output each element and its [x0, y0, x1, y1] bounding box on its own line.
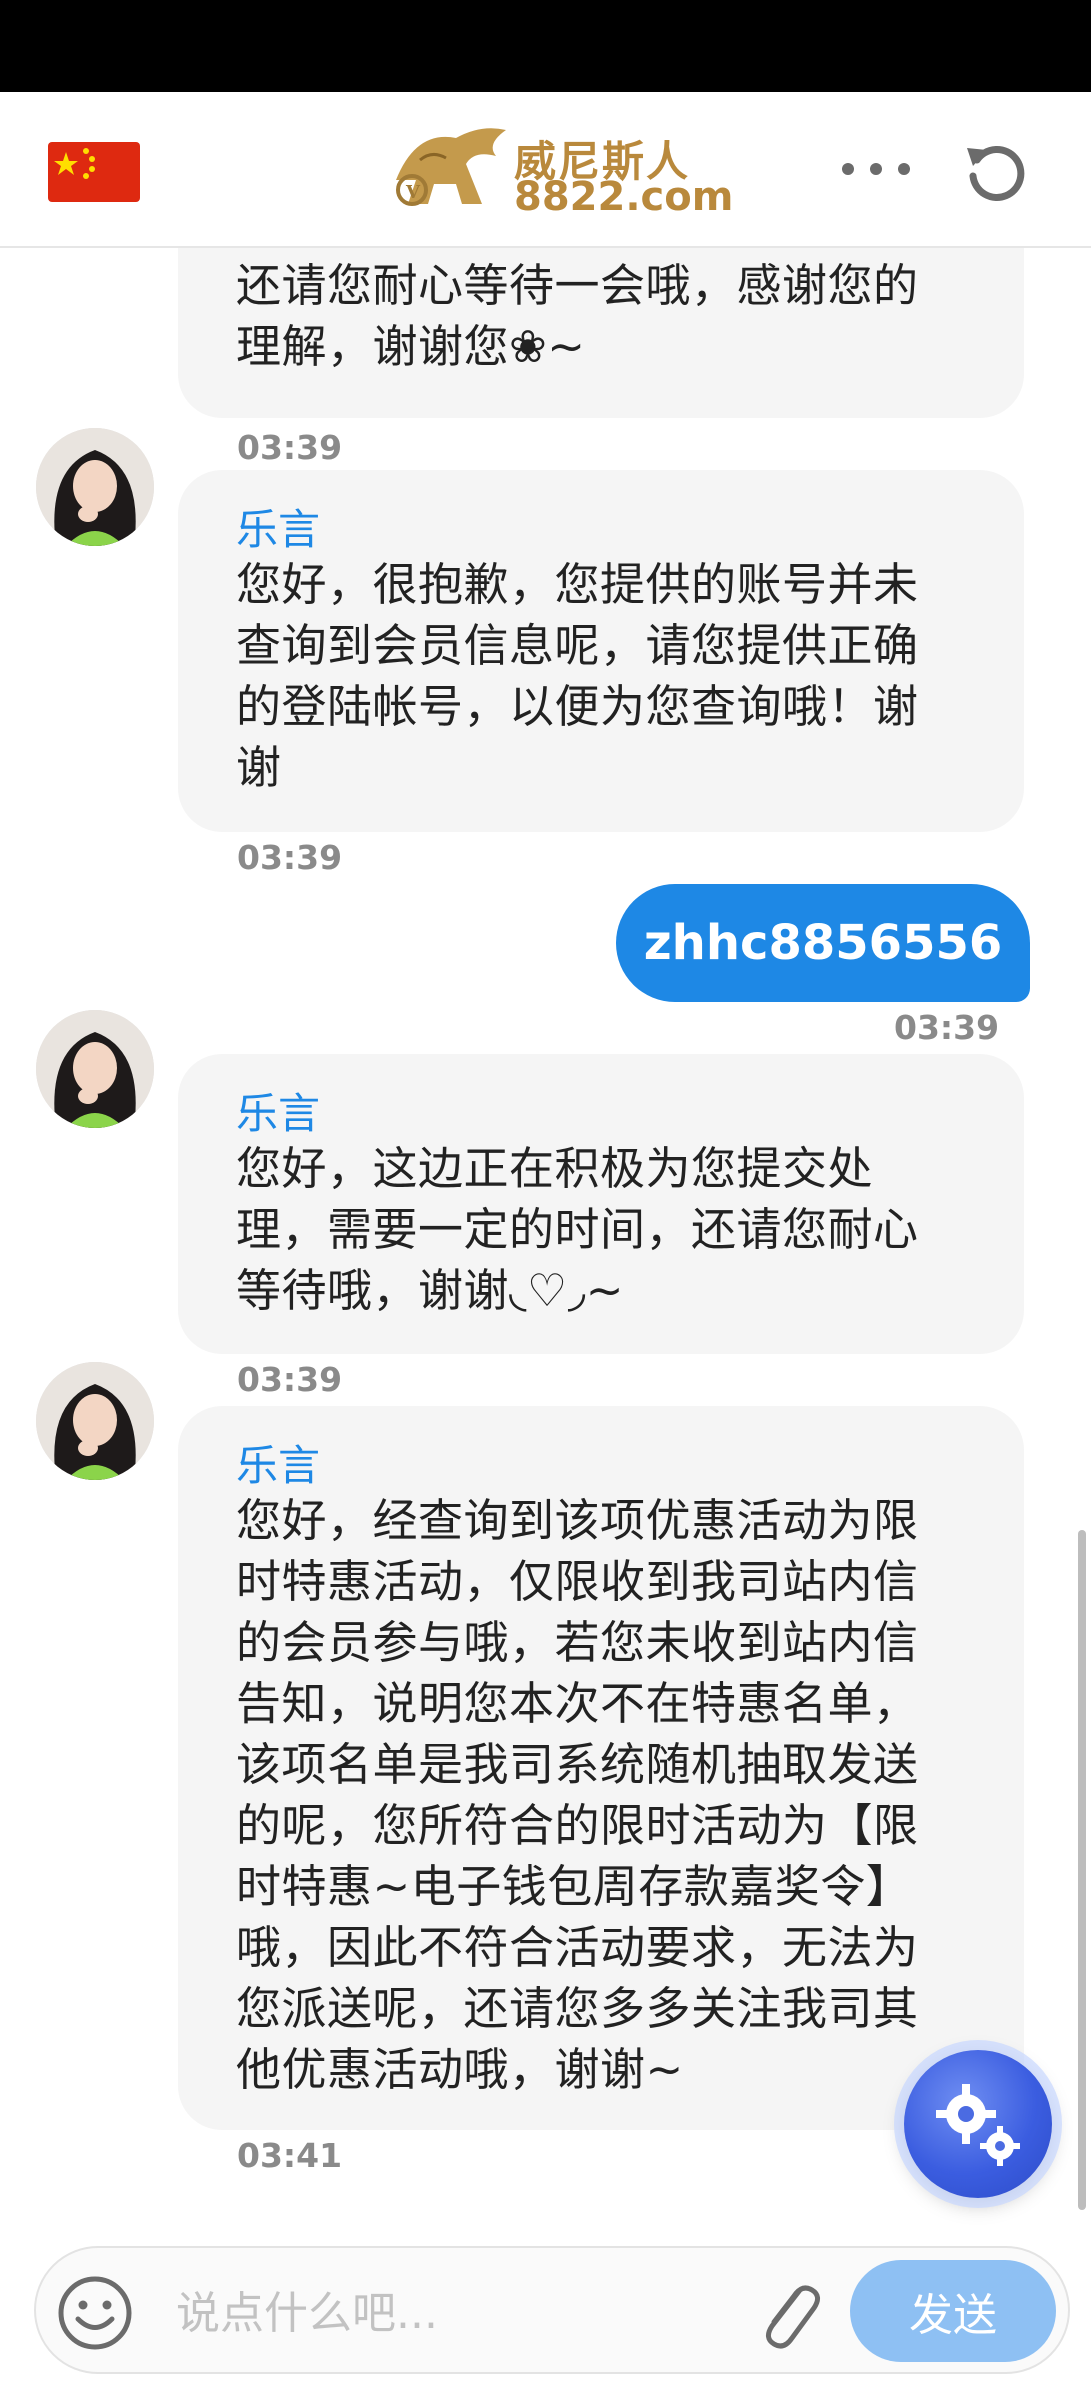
chat-message-list[interactable]: 尼刚，正则为您提交处理， 还请您耐心等待一会哦，感谢您的 理解，谢谢您❀~ 03… — [0, 248, 1091, 2228]
chat-header: V 威尼斯人 8822.com — [0, 92, 1091, 248]
message-line: 理解，谢谢您❀~ — [236, 320, 586, 373]
agent-avatar — [36, 1362, 154, 1480]
message-line: 谢 — [236, 741, 282, 794]
message-line: 查询到会员信息呢，请您提供正确 — [236, 619, 919, 672]
message-line: 他优惠活动哦，谢谢~ — [236, 2043, 684, 2096]
message-line: 您好，经查询到该项优惠活动为限 — [236, 1494, 919, 1547]
message-timestamp: 03:39 — [237, 838, 343, 877]
message-line: 该项名单是我司系统随机抽取发送 — [236, 1738, 919, 1791]
agent-name: 乐言 — [236, 1441, 321, 1490]
send-button[interactable]: 发送 — [850, 2260, 1056, 2362]
chat-scrollbar[interactable] — [1078, 1530, 1086, 2210]
message-line: 等待哦，谢谢◟♡◞~ — [236, 1264, 624, 1317]
agent-message-bubble: 乐言 您好，这边正在积极为您提交处 理，需要一定的时间，还请您耐心 等待哦，谢谢… — [178, 1054, 1024, 1354]
more-dots-icon[interactable] — [836, 154, 916, 184]
message-text: 您好，这边正在积极为您提交处 理，需要一定的时间，还请您耐心 等待哦，谢谢◟♡◞… — [236, 1138, 964, 1321]
message-line: 您好，很抱歉，您提供的账号并未 — [236, 558, 919, 611]
user-message-bubble: zhhc8856556 — [616, 884, 1030, 1002]
message-line: 告知，说明您本次不在特惠名单， — [236, 1677, 919, 1730]
winged-lion-icon: V — [396, 128, 506, 206]
brand-logo: V 威尼斯人 8822.com — [386, 120, 733, 220]
agent-message-bubble: 乐言 您好，很抱歉，您提供的账号并未 查询到会员信息呢，请您提供正确 的登陆帐号… — [178, 470, 1024, 832]
message-composer: 发送 — [0, 2228, 1091, 2400]
agent-name: 乐言 — [236, 1089, 321, 1138]
agent-message-bubble: 乐言 您好，经查询到该项优惠活动为限 时特惠活动，仅限收到我司站内信 的会员参与… — [178, 1406, 1024, 2130]
message-text: 您好，经查询到该项优惠活动为限 时特惠活动，仅限收到我司站内信 的会员参与哦，若… — [236, 1490, 964, 2100]
refresh-icon[interactable] — [963, 140, 1027, 204]
agent-message-bubble: 尼刚，正则为您提交处理， 还请您耐心等待一会哦，感谢您的 理解，谢谢您❀~ — [178, 248, 1024, 418]
message-timestamp: 03:39 — [237, 428, 343, 467]
message-line: 您派送呢，还请您多多关注我司其 — [236, 1982, 919, 2035]
composer-box: 发送 — [34, 2246, 1070, 2374]
status-bar — [0, 0, 1091, 92]
message-line: 您好，这边正在积极为您提交处 — [236, 1142, 874, 1195]
gears-icon[interactable] — [904, 2050, 1052, 2198]
message-line: 的呢，您所符合的限时活动为【限 — [236, 1799, 919, 1852]
paperclip-icon[interactable] — [748, 2270, 828, 2356]
china-flag-icon[interactable] — [48, 142, 140, 202]
agent-avatar — [36, 1010, 154, 1128]
logo-text-domain: 8822.com — [514, 174, 734, 220]
message-text: 尼刚，正则为您提交处理， 还请您耐心等待一会哦，感谢您的 理解，谢谢您❀~ — [236, 248, 964, 377]
message-line: 理，需要一定的时间，还请您耐心 — [236, 1203, 919, 1256]
agent-name: 乐言 — [236, 505, 321, 554]
message-timestamp: 03:39 — [894, 1008, 1000, 1047]
emoji-icon[interactable] — [56, 2274, 134, 2352]
message-input[interactable] — [174, 2274, 738, 2352]
message-line: 还请您耐心等待一会哦，感谢您的 — [236, 259, 919, 312]
message-line: 的登陆帐号，以便为您查询哦！谢 — [236, 680, 919, 733]
message-line: 的会员参与哦，若您未收到站内信 — [236, 1616, 919, 1669]
agent-avatar — [36, 428, 154, 546]
message-line: 时特惠活动，仅限收到我司站内信 — [236, 1555, 919, 1608]
message-timestamp: 03:39 — [237, 1360, 343, 1399]
message-line: 哦，因此不符合活动要求，无法为 — [236, 1921, 919, 1974]
message-text: 您好，很抱歉，您提供的账号并未 查询到会员信息呢，请您提供正确 的登陆帐号，以便… — [236, 554, 964, 798]
svg-text:V: V — [405, 182, 421, 203]
message-line: 时特惠~电子钱包周存款嘉奖令】 — [236, 1860, 912, 1913]
message-timestamp: 03:41 — [237, 2136, 343, 2175]
